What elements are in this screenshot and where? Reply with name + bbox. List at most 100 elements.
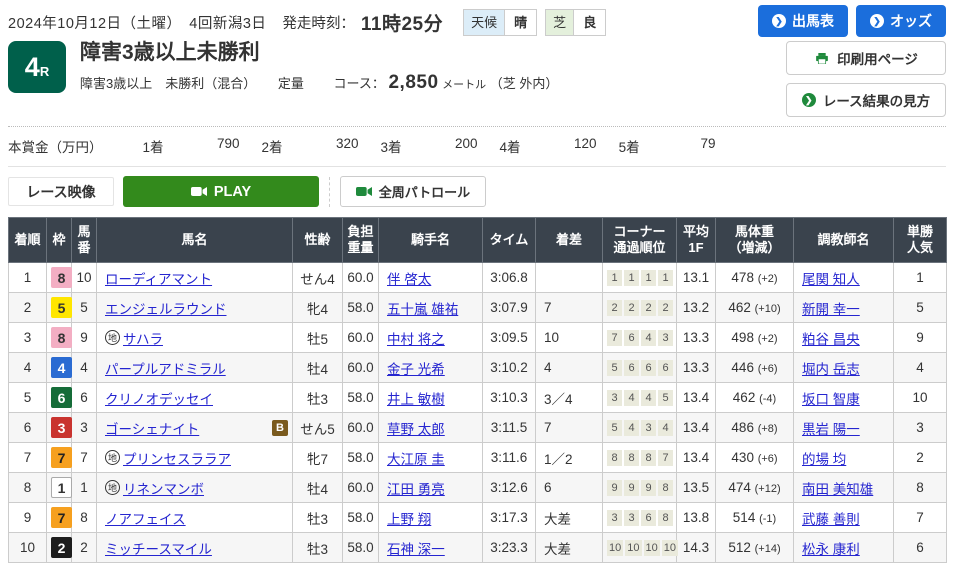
body-weight-cell: 498 (+2) [716,323,794,353]
corner-positions: 5434 [607,420,673,436]
corner-position: 3 [607,510,622,526]
horse-name-link[interactable]: リネンマンボ [123,478,204,498]
jockey-link[interactable]: 金子 光希 [387,362,445,377]
result-guide-button[interactable]: ❯ レース結果の見方 [786,83,946,117]
margin: 1／2 [536,443,603,473]
column-header: 枠 [47,218,72,263]
average-1f: 13.4 [677,443,716,473]
horse-name-link[interactable]: サハラ [123,328,163,348]
table-row: 444パープルアドミラル牡460.0金子 光希3:10.24566613.344… [9,353,947,383]
trainer-link[interactable]: 坂口 智康 [802,392,860,407]
horse-number: 7 [72,443,97,473]
jockey-link[interactable]: 伴 啓太 [387,272,431,287]
win-popularity: 9 [894,323,947,353]
column-header: 馬 番 [72,218,97,263]
column-header: コーナー 通過順位 [603,218,677,263]
trainer-link[interactable]: 武藤 善則 [802,512,860,527]
race-video-button[interactable]: レース映像 [8,177,114,206]
print-page-label: 印刷用ページ [837,48,918,68]
trainer-cell: 新開 幸一 [794,293,894,323]
horse-name-link[interactable]: ミッチースマイル [105,538,212,558]
jockey-link[interactable]: 井上 敏樹 [387,392,445,407]
finish-time: 3:17.3 [483,503,536,533]
race-info: 4 R 障害3歳以上未勝利 障害3歳以上 未勝利（混合） 定量 コース： 2,8… [8,41,558,117]
frame-number-badge: 8 [51,267,72,288]
corners-cell: 5434 [603,413,677,443]
odds-button[interactable]: ❯ オッズ [856,5,946,37]
arrow-circle-icon: ❯ [772,14,786,28]
margin: 大差 [536,503,603,533]
corner-position: 4 [641,390,656,406]
jockey-link[interactable]: 五十嵐 雄祐 [387,302,458,317]
course-distance: 2,850 [388,72,438,93]
corner-position: 6 [624,330,639,346]
body-weight: 498 [731,330,757,345]
win-popularity: 3 [894,413,947,443]
trainer-link[interactable]: 粕谷 昌央 [802,332,860,347]
trainer-link[interactable]: 新開 幸一 [802,302,860,317]
jockey-link[interactable]: 中村 将之 [387,332,445,347]
horse-name-link[interactable]: エンジェルラウンド [105,298,227,318]
horse-name-link[interactable]: ローディアマント [105,268,212,288]
win-popularity: 2 [894,443,947,473]
race-date: 2024年10月12日（土曜） 4回新潟3日 [8,12,266,33]
finish-position: 4 [9,353,47,383]
weight-rule: 定量 [278,76,304,91]
jockey-link[interactable]: 江田 勇亮 [387,482,445,497]
frame-number-badge: 3 [51,417,72,438]
finish-position: 9 [9,503,47,533]
horse-number: 8 [72,503,97,533]
corner-position: 7 [607,330,622,346]
corner-position: 3 [607,390,622,406]
corner-position: 7 [658,450,673,466]
jockey-link[interactable]: 上野 翔 [387,512,431,527]
trainer-link[interactable]: 松永 康利 [802,542,860,557]
horse-name-link[interactable]: クリノオデッセイ [105,388,213,408]
corners-cell: 10101010 [603,533,677,563]
horse-name-link[interactable]: ゴーシェナイト [105,418,199,438]
prize-amount: 320 [325,136,359,156]
corner-position: 3 [624,510,639,526]
trainer-cell: 的場 均 [794,443,894,473]
margin: 7 [536,293,603,323]
jockey-cell: 金子 光希 [379,353,483,383]
average-1f: 13.5 [677,473,716,503]
trainer-link[interactable]: 尾関 知人 [802,272,860,287]
frame-number-badge: 6 [51,387,72,408]
trainer-link[interactable]: 黒岩 陽一 [802,422,860,437]
jockey-cell: 石神 深一 [379,533,483,563]
horse-name-link[interactable]: プリンセスララア [123,448,231,468]
body-weight-cell: 430 (+6) [716,443,794,473]
jockey-link[interactable]: 大江原 圭 [387,452,445,467]
horse-cell: 地プリンセスララア [97,443,293,473]
patrol-video-button[interactable]: 全周パトロール [340,176,486,207]
print-page-button[interactable]: 印刷用ページ [786,41,946,75]
horse-name-link[interactable]: パープルアドミラル [105,358,226,378]
margin: 7 [536,413,603,443]
table-row: 1810ローディアマントせん460.0伴 啓太3:06.8111113.1478… [9,263,947,293]
trainer-link[interactable]: 堀内 岳志 [802,362,860,377]
jockey-link[interactable]: 草野 太郎 [387,422,445,437]
horse-number: 1 [72,473,97,503]
corner-position: 9 [624,480,639,496]
corner-positions: 8887 [607,450,673,466]
body-weight-cell: 478 (+2) [716,263,794,293]
trainer-link[interactable]: 南田 美知雄 [802,482,873,497]
media-buttons: レース映像 PLAY 全周パトロール [8,167,946,217]
play-button[interactable]: PLAY [123,176,319,207]
jockey-link[interactable]: 石神 深一 [387,542,445,557]
condition-badges: 天候 晴 芝 良 [463,9,606,36]
frame-number-badge: 7 [51,447,72,468]
table-header-row: 着順枠馬 番馬名性齢負担 重量騎手名タイム着差コーナー 通過順位平均 1F馬体重… [9,218,947,263]
weather-label: 天候 [464,10,504,35]
local-horse-mark: 地 [105,450,120,465]
sex-age: 牡3 [293,533,343,563]
carried-weight: 60.0 [343,263,379,293]
trainer-link[interactable]: 的場 均 [802,452,846,467]
sex-age: せん4 [293,263,343,293]
carried-weight: 58.0 [343,443,379,473]
sex-age: 牡3 [293,503,343,533]
horse-cell: ミッチースマイル [97,533,293,563]
margin: 大差 [536,533,603,563]
entries-button[interactable]: ❯ 出馬表 [758,5,848,37]
